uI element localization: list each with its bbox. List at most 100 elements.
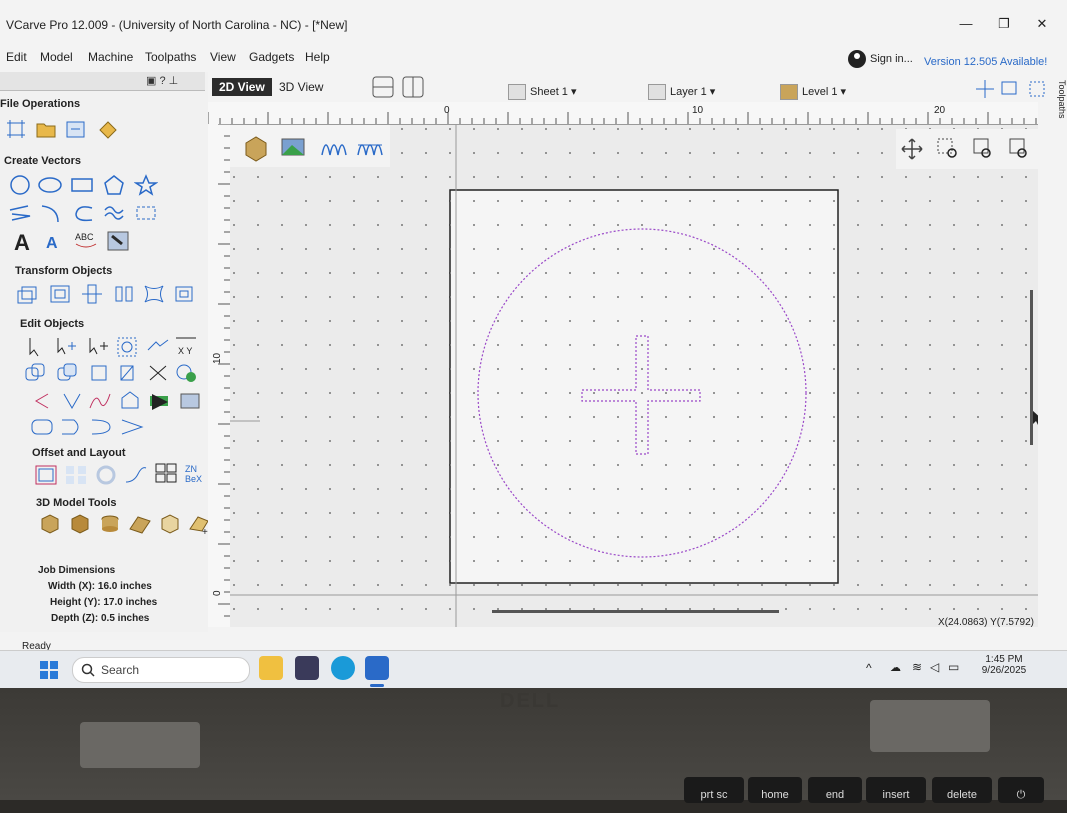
- rectangle-tool-icon[interactable]: [70, 174, 94, 196]
- toolpaths-side-tab[interactable]: Toolpaths: [1055, 80, 1067, 120]
- subtract-icon[interactable]: [56, 362, 80, 384]
- menu-model[interactable]: Model: [40, 50, 73, 64]
- text-on-curve-icon[interactable]: ABC: [74, 228, 98, 250]
- trace-bitmap-icon[interactable]: [106, 230, 130, 252]
- open-file-icon[interactable]: [34, 118, 58, 140]
- ellipse-tool-icon[interactable]: [38, 174, 62, 196]
- scale-tool-icon[interactable]: [80, 283, 104, 305]
- auto-layout-text-icon[interactable]: A: [44, 230, 68, 252]
- interactive-trim-icon[interactable]: [116, 336, 140, 358]
- nesting-icon[interactable]: [154, 462, 178, 484]
- text-tool-icon[interactable]: A: [12, 230, 36, 255]
- circular-copy-icon[interactable]: [94, 464, 118, 486]
- taskbar-clock[interactable]: 1:45 PM 9/26/2025: [974, 654, 1034, 676]
- curve-fit-icon[interactable]: [88, 390, 112, 412]
- tab-3d-view[interactable]: 3D View: [272, 78, 330, 96]
- menu-machine[interactable]: Machine: [88, 50, 133, 64]
- import-vectors-icon[interactable]: [64, 118, 88, 140]
- windows-start-icon[interactable]: [40, 661, 58, 679]
- label-layout-icon[interactable]: ZN BeX: [184, 462, 208, 484]
- import-components-icon[interactable]: [96, 118, 120, 140]
- dimension-tool-icon[interactable]: [134, 202, 158, 224]
- fill-pattern-icon[interactable]: [102, 202, 126, 224]
- join-icon[interactable]: [116, 362, 140, 384]
- design-area[interactable]: [230, 125, 1038, 627]
- array-copy-icon[interactable]: [64, 464, 88, 486]
- version-notice[interactable]: Version 12.505 Available!: [924, 56, 1047, 68]
- mirror-tool-icon[interactable]: [112, 283, 136, 305]
- wifi-icon[interactable]: ≋: [912, 660, 922, 674]
- select-tool-icon[interactable]: [24, 336, 48, 358]
- split-view-icon[interactable]: [372, 76, 428, 98]
- line-extend-icon[interactable]: [60, 416, 84, 438]
- horizontal-scrollbar[interactable]: [492, 610, 779, 613]
- copy-along-vector-icon[interactable]: [124, 464, 148, 486]
- snap-tools-icons[interactable]: [972, 78, 1052, 100]
- vertical-ruler: 10 0: [208, 123, 231, 627]
- menu-toolpaths[interactable]: Toolpaths: [145, 50, 196, 64]
- offset-icon[interactable]: [34, 464, 58, 486]
- fillet-icon[interactable]: [30, 390, 54, 412]
- angle-icon[interactable]: [120, 416, 144, 438]
- intersect-icon[interactable]: [88, 362, 112, 384]
- set-start-point-icon[interactable]: [178, 390, 202, 412]
- level-selector[interactable]: Level 1 ▾: [780, 84, 846, 100]
- view-bitmap-icon[interactable]: [281, 138, 305, 156]
- polygon-tool-icon[interactable]: [102, 174, 126, 196]
- tab-2d-view[interactable]: 2D View: [212, 78, 272, 96]
- node-edit-icon[interactable]: [54, 336, 78, 358]
- weld-icon[interactable]: [24, 362, 48, 384]
- smart-select-icon[interactable]: [146, 336, 170, 358]
- close-vectors-icon[interactable]: [174, 362, 198, 384]
- vertical-scrollbar[interactable]: [1030, 290, 1033, 445]
- store-icon[interactable]: [295, 656, 319, 680]
- battery-icon[interactable]: ▭: [948, 660, 959, 674]
- vcarve-app-icon[interactable]: [365, 656, 389, 680]
- scissors-icon[interactable]: [146, 362, 170, 384]
- distort-tool-icon[interactable]: [142, 283, 166, 305]
- taskbar-search[interactable]: Search: [72, 657, 250, 683]
- extend-icon[interactable]: [118, 390, 142, 412]
- menu-help[interactable]: Help: [305, 50, 330, 64]
- arc-tool-icon[interactable]: [38, 202, 62, 224]
- model-slice-icon[interactable]: [128, 513, 152, 535]
- curve-tool-icon[interactable]: [70, 202, 94, 224]
- menu-edit[interactable]: Edit: [6, 50, 27, 64]
- move-tool-icon[interactable]: [16, 283, 40, 305]
- align-tool-icon[interactable]: [48, 283, 72, 305]
- file-explorer-icon[interactable]: [259, 656, 283, 680]
- job-setup-icon[interactable]: [4, 118, 28, 140]
- pin-icon[interactable]: ▣ ? ⊥: [146, 74, 178, 87]
- offset-curve-icon[interactable]: [90, 416, 114, 438]
- chamfer-icon[interactable]: [60, 390, 84, 412]
- circle-tool-icon[interactable]: [8, 174, 32, 196]
- rounded-rect-icon[interactable]: [30, 416, 54, 438]
- tray-overflow-icon[interactable]: ^: [866, 661, 872, 675]
- edge-browser-icon[interactable]: [331, 656, 355, 680]
- sign-in-button[interactable]: Sign in...: [848, 50, 913, 68]
- sheet-selector[interactable]: Sheet 1 ▾: [508, 84, 577, 100]
- minimize-icon[interactable]: —: [952, 16, 980, 31]
- polyline-tool-icon[interactable]: [8, 202, 32, 224]
- model-component-icon[interactable]: [38, 513, 62, 535]
- transform-mode-icon[interactable]: [86, 336, 110, 358]
- ruler-label-v10: 10: [212, 352, 223, 364]
- model-stack-icon[interactable]: [98, 513, 122, 535]
- volume-icon[interactable]: ◁: [930, 660, 939, 674]
- star-tool-icon[interactable]: [133, 174, 159, 196]
- measure-tool-icon[interactable]: X Y: [174, 334, 198, 356]
- maximize-icon[interactable]: ❐: [990, 16, 1018, 32]
- network-icon[interactable]: ☁: [890, 661, 901, 674]
- model-import-icon[interactable]: [158, 513, 182, 535]
- section-transform-objects: Transform Objects: [15, 265, 113, 277]
- menu-view[interactable]: View: [210, 50, 236, 64]
- block-rotate-icon[interactable]: [172, 283, 196, 305]
- svg-text:ABC: ABC: [75, 232, 94, 242]
- model-move-icon[interactable]: [68, 513, 92, 535]
- drawing-canvas[interactable]: 0 10 20 10 0: [208, 102, 1038, 627]
- close-icon[interactable]: ✕: [1028, 16, 1056, 32]
- layer-icon: [648, 84, 666, 100]
- menu-gadgets[interactable]: Gadgets: [249, 50, 294, 64]
- layer-selector[interactable]: Layer 1 ▾: [648, 84, 715, 100]
- flip-direction-icon[interactable]: [148, 390, 172, 412]
